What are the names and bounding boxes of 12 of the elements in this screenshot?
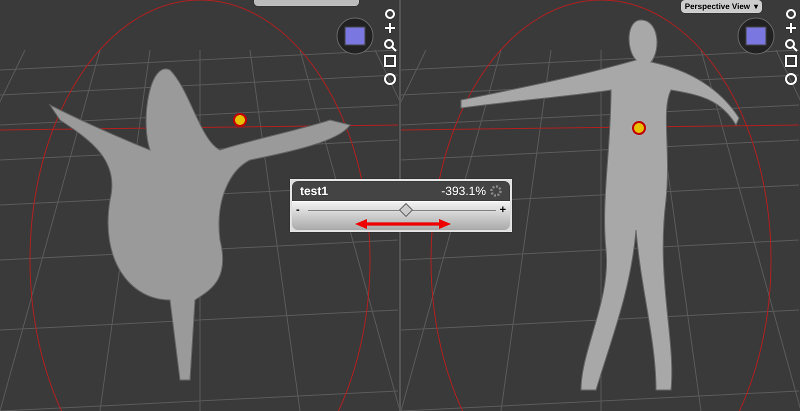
settings-icon[interactable] <box>490 185 502 197</box>
slider-label: test1 <box>300 183 328 200</box>
view-cube-icon[interactable] <box>738 18 774 54</box>
camera-dropdown[interactable]: Perspective View ▾ <box>680 0 762 13</box>
navigation-icon[interactable] <box>785 9 798 85</box>
double-arrow-icon <box>355 219 451 229</box>
navigation-icon[interactable] <box>384 9 397 85</box>
slider-track[interactable] <box>308 203 496 218</box>
plus-label[interactable]: + <box>500 203 506 218</box>
minus-label[interactable]: - <box>296 203 304 218</box>
slider-value: -393.1% <box>441 183 486 200</box>
view-cube-icon[interactable] <box>336 18 374 54</box>
